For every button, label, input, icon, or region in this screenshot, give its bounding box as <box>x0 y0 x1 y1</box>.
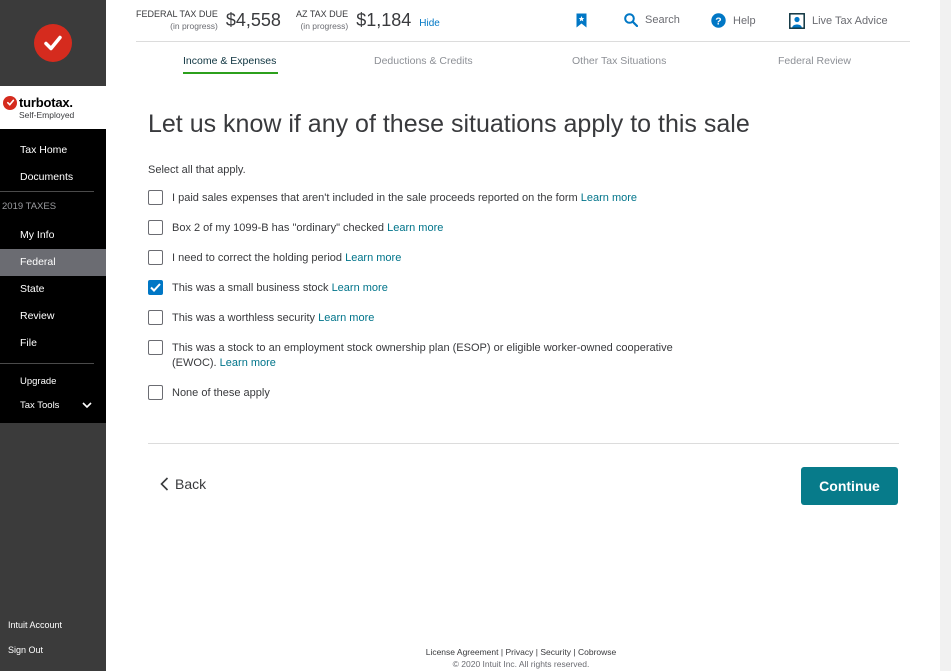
sidebar-item-federal[interactable]: Federal <box>0 249 106 276</box>
sidebar-item-tax-tools[interactable]: Tax Tools <box>0 400 106 411</box>
footer: License Agreement | Privacy | Security |… <box>106 646 936 670</box>
content-divider <box>148 443 899 444</box>
logo-box[interactable] <box>0 0 106 86</box>
tab-deductions-credits[interactable]: Deductions & Credits <box>374 55 473 67</box>
bookmark-button[interactable] <box>576 13 587 28</box>
federal-tax-label: FEDERAL TAX DUE <box>136 9 218 19</box>
chevron-left-icon <box>160 477 169 491</box>
option-label: This was a stock to an employment stock … <box>172 342 673 354</box>
scrollbar[interactable] <box>940 0 951 671</box>
sidebar-divider <box>0 363 94 364</box>
sidebar: turbotax. Self-Employed Tax Home Documen… <box>0 0 106 671</box>
help-icon: ? <box>711 13 726 28</box>
help-button[interactable]: ? Help <box>711 13 756 28</box>
option-label: I paid sales expenses that aren't includ… <box>172 192 578 204</box>
page-title: Let us know if any of these situations a… <box>148 110 750 138</box>
brand-subtitle: Self-Employed <box>19 110 75 120</box>
sidebar-divider <box>0 191 94 192</box>
option-worthless-security[interactable]: This was a worthless security Learn more <box>148 310 748 326</box>
checkbox[interactable] <box>148 310 163 325</box>
bookmark-icon <box>576 13 587 28</box>
option-box2-ordinary[interactable]: Box 2 of my 1099-B has "ordinary" checke… <box>148 220 748 236</box>
option-holding-period[interactable]: I need to correct the holding period Lea… <box>148 250 748 266</box>
continue-button[interactable]: Continue <box>801 467 898 505</box>
option-label: I need to correct the holding period <box>172 252 343 264</box>
sidebar-item-state[interactable]: State <box>0 276 106 303</box>
hide-link[interactable]: Hide <box>419 18 440 29</box>
tab-income-expenses[interactable]: Income & Expenses <box>183 55 276 67</box>
brand-check-icon <box>3 95 17 110</box>
top-header: FEDERAL TAX DUE (in progress) $4,558 AZ … <box>136 0 910 42</box>
sidebar-item-tax-home[interactable]: Tax Home <box>0 137 106 164</box>
search-icon <box>624 13 638 27</box>
footer-separator: | <box>535 647 538 657</box>
footer-separator: | <box>500 647 504 657</box>
back-label: Back <box>175 476 207 492</box>
sidebar-lower-panel <box>0 423 106 671</box>
federal-tax-amount: $4,558 <box>225 9 281 30</box>
option-esop[interactable]: This was a stock to an employment stock … <box>148 340 748 371</box>
az-tax-label: AZ TAX DUE <box>296 9 349 19</box>
brand-name: turbotax. <box>19 95 73 110</box>
active-tab-underline <box>183 72 278 74</box>
instruction-text: Select all that apply. <box>148 164 246 176</box>
az-tax-due: AZ TAX DUE (in progress) $1,184 Hide <box>296 8 440 32</box>
option-label: This was a worthless security <box>172 312 316 324</box>
az-tax-amount: $1,184 <box>356 9 412 30</box>
option-none[interactable]: None of these apply <box>148 385 748 401</box>
license-agreement-link[interactable]: License Agreement <box>426 647 499 657</box>
sidebar-item-upgrade[interactable]: Upgrade <box>0 376 106 387</box>
checkbox[interactable] <box>148 190 163 205</box>
checkmark-icon <box>150 283 161 292</box>
learn-more-link[interactable]: Learn more <box>345 252 401 264</box>
copyright-text: © 2020 Intuit Inc. All rights reserved. <box>452 659 590 669</box>
checkbox[interactable] <box>148 340 163 355</box>
sidebar-item-file[interactable]: File <box>0 330 106 357</box>
option-label-line2: (EWOC). <box>172 357 217 369</box>
live-tax-advice-label: Live Tax Advice <box>812 15 888 27</box>
tab-other-tax-situations[interactable]: Other Tax Situations <box>572 55 666 67</box>
federal-tax-sub: (in progress) <box>170 21 218 31</box>
option-label: This was a small business stock <box>172 282 329 294</box>
checkbox-checked[interactable] <box>148 280 163 295</box>
learn-more-link[interactable]: Learn more <box>581 192 637 204</box>
live-advisor-icon <box>789 13 805 29</box>
sidebar-item-my-info[interactable]: My Info <box>0 222 106 249</box>
option-sales-expenses[interactable]: I paid sales expenses that aren't includ… <box>148 190 748 206</box>
cobrowse-link[interactable]: Cobrowse <box>578 647 616 657</box>
svg-text:?: ? <box>715 15 721 27</box>
federal-tax-due: FEDERAL TAX DUE (in progress) $4,558 <box>136 8 281 32</box>
back-button[interactable]: Back <box>160 476 206 492</box>
live-tax-advice-button[interactable]: Live Tax Advice <box>789 13 888 29</box>
turbotax-check-icon <box>34 24 72 62</box>
checkbox[interactable] <box>148 250 163 265</box>
checkbox[interactable] <box>148 385 163 400</box>
search-label: Search <box>645 14 680 26</box>
sidebar-section-label: 2019 TAXES <box>2 201 57 212</box>
tab-federal-review[interactable]: Federal Review <box>778 55 851 67</box>
option-label: None of these apply <box>172 387 270 399</box>
help-label: Help <box>733 14 756 27</box>
privacy-link[interactable]: Privacy <box>505 647 533 657</box>
search-button[interactable]: Search <box>624 13 680 27</box>
learn-more-link[interactable]: Learn more <box>332 282 388 294</box>
sign-out-link[interactable]: Sign Out <box>0 645 106 655</box>
learn-more-link[interactable]: Learn more <box>387 222 443 234</box>
option-small-business-stock[interactable]: This was a small business stock Learn mo… <box>148 280 748 296</box>
brand-logo: turbotax. Self-Employed <box>0 86 106 129</box>
chevron-down-icon <box>82 402 92 409</box>
security-link[interactable]: Security <box>540 647 571 657</box>
checkbox[interactable] <box>148 220 163 235</box>
footer-separator: | <box>573 647 576 657</box>
sidebar-item-documents[interactable]: Documents <box>0 164 106 191</box>
option-label: Box 2 of my 1099-B has "ordinary" checke… <box>172 222 385 234</box>
progress-tabs: Income & Expenses Deductions & Credits O… <box>136 42 910 78</box>
tax-tools-label: Tax Tools <box>20 400 60 411</box>
sidebar-item-review[interactable]: Review <box>0 303 106 330</box>
learn-more-link[interactable]: Learn more <box>318 312 374 324</box>
az-tax-sub: (in progress) <box>300 21 349 31</box>
learn-more-link[interactable]: Learn more <box>220 357 276 369</box>
intuit-account-link[interactable]: Intuit Account <box>0 620 106 630</box>
